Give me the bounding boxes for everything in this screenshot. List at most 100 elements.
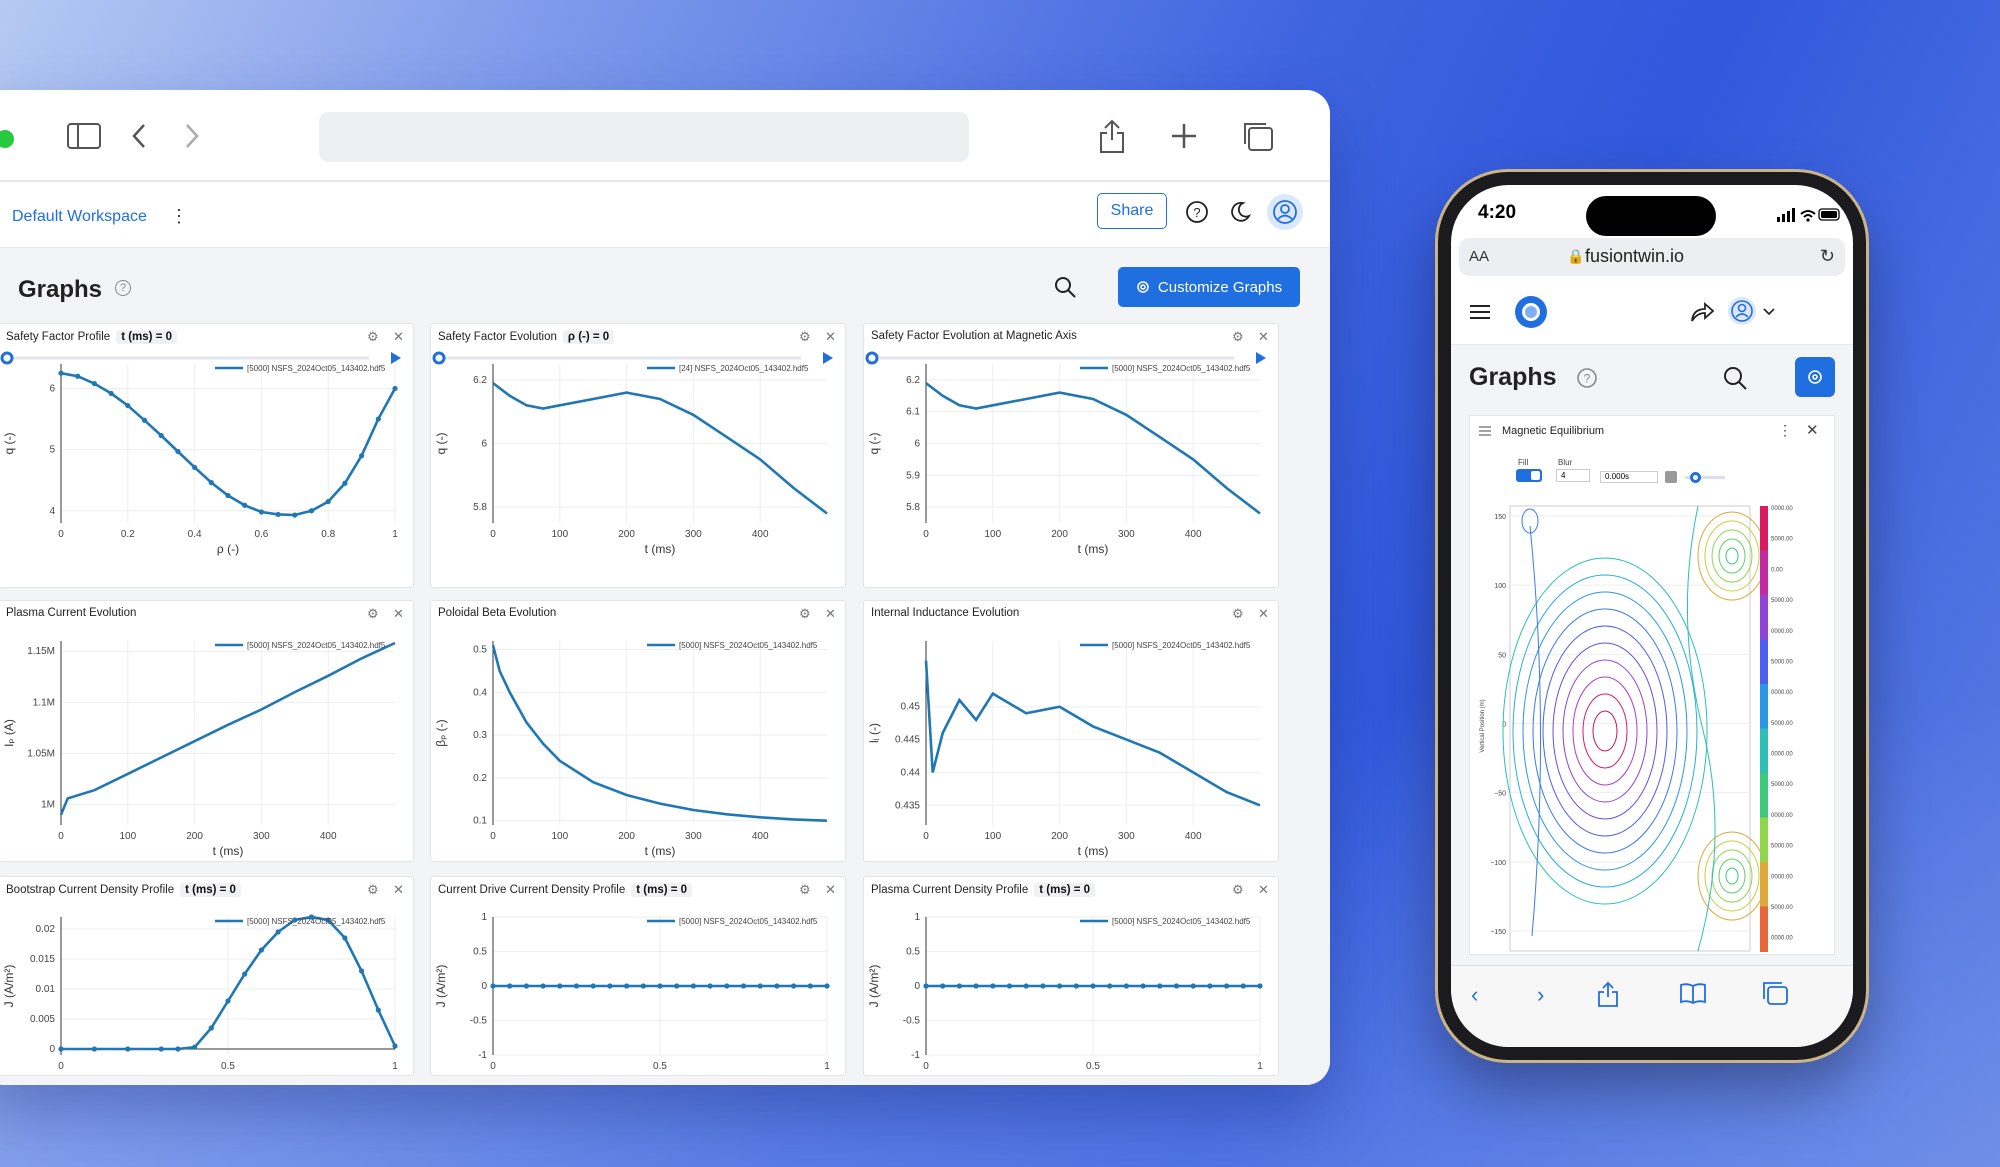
panel-settings-icon[interactable]: ⚙ <box>799 329 811 345</box>
time-slider[interactable] <box>0 350 403 366</box>
new-tab-icon[interactable] <box>1162 114 1206 158</box>
tabs-overview-icon[interactable] <box>1761 980 1789 1006</box>
panel-settings-icon[interactable]: ⚙ <box>1232 329 1244 345</box>
chart: 0 0.5 1 -1 -0.5 0 0.5 1 J (A/m²) [5000] NSFS_2024… <box>434 912 830 1072</box>
help-circle-icon[interactable]: ? <box>115 280 131 296</box>
data-point <box>740 983 747 989</box>
graph-panel: Safety Factor Evolution at Magnetic Axis… <box>863 323 1279 588</box>
blur-stepper[interactable]: 4 <box>1556 469 1590 482</box>
panel-settings-icon[interactable]: ⚙ <box>799 606 811 622</box>
close-icon[interactable]: ✕ <box>393 329 404 345</box>
close-icon[interactable]: ✕ <box>1258 882 1269 898</box>
x-tick-label: 200 <box>1051 529 1068 540</box>
window-maximize-dot[interactable] <box>0 130 14 148</box>
close-icon[interactable]: ✕ <box>1258 606 1269 622</box>
time-input[interactable]: 0.000s <box>1600 471 1658 483</box>
time-slider[interactable] <box>864 350 1268 366</box>
slider-handle[interactable] <box>865 351 879 365</box>
reader-aa-button[interactable]: AA <box>1469 248 1489 265</box>
data-point <box>1023 983 1029 989</box>
close-icon[interactable]: ✕ <box>393 882 404 898</box>
data-point <box>1173 983 1180 989</box>
forward-icon[interactable] <box>170 114 214 158</box>
customize-graphs-button[interactable]: Customize Graphs <box>1118 267 1300 307</box>
data-point <box>192 464 198 470</box>
close-icon[interactable]: ✕ <box>825 606 836 622</box>
card-menu-icon[interactable]: ⋮ <box>1778 422 1792 439</box>
colorbar-tick-label: 5000.00 <box>1771 844 1793 850</box>
phone-address-bar[interactable]: AA 🔒 fusiontwin.io ↻ <box>1459 238 1845 276</box>
data-point <box>1257 983 1263 989</box>
colorbar-tick-label: 5000.00 <box>1771 537 1793 543</box>
data-point <box>225 998 231 1004</box>
share-sheet-icon[interactable] <box>1596 980 1620 1008</box>
search-icon[interactable] <box>1722 365 1748 391</box>
user-avatar-icon[interactable] <box>1727 296 1757 326</box>
share-button[interactable]: Share <box>1097 193 1167 229</box>
close-icon[interactable]: ✕ <box>825 882 836 898</box>
slider-handle[interactable] <box>0 351 14 365</box>
slider-handle[interactable] <box>432 351 446 365</box>
legend-label: [5000] NSFS_2024Oct05_143402.hdf5 <box>247 917 386 926</box>
play-icon[interactable] <box>391 352 401 364</box>
share-arrow-icon[interactable] <box>1689 300 1715 324</box>
sidebar-toggle-icon[interactable] <box>62 114 106 158</box>
panel-title: Safety Factor Evolution at Magnetic Axis <box>871 330 1077 342</box>
bookmarks-icon[interactable] <box>1679 982 1707 1004</box>
data-point <box>275 929 281 935</box>
back-icon[interactable] <box>117 114 161 158</box>
play-icon[interactable] <box>823 352 833 364</box>
drag-handle-icon[interactable] <box>1478 425 1492 437</box>
panel-title-text: Safety Factor Profile <box>6 331 111 343</box>
data-point <box>973 983 979 989</box>
hamburger-menu-icon[interactable] <box>1469 303 1491 321</box>
chevron-down-icon[interactable] <box>1763 307 1775 317</box>
workspace-menu-icon[interactable]: ⋮ <box>170 206 188 227</box>
y-tick-label: 6.2 <box>473 375 487 386</box>
x-tick-label: 1 <box>392 1061 398 1072</box>
customize-graphs-button[interactable] <box>1795 357 1835 397</box>
panel-settings-icon[interactable]: ⚙ <box>1232 882 1244 898</box>
tabs-overview-icon[interactable] <box>1235 114 1279 158</box>
y-tick-label: 0.02 <box>36 924 56 935</box>
y-tick-label: 0.5 <box>906 947 920 958</box>
panel-settings-icon[interactable]: ⚙ <box>367 606 379 622</box>
play-button[interactable] <box>1665 471 1677 483</box>
workspace-breadcrumb[interactable]: Default Workspace <box>12 208 147 226</box>
close-icon[interactable]: ✕ <box>825 329 836 345</box>
data-point <box>225 492 231 499</box>
search-icon[interactable] <box>1053 275 1077 304</box>
data-point <box>1207 983 1213 989</box>
panel-settings-icon[interactable]: ⚙ <box>799 882 811 898</box>
data-point <box>707 983 713 989</box>
close-icon[interactable]: ✕ <box>1258 329 1269 345</box>
close-icon[interactable]: ✕ <box>1806 421 1819 439</box>
help-circle-icon[interactable]: ? <box>1576 367 1598 389</box>
y-tick-label: 6.2 <box>906 375 920 386</box>
panel-title: Safety Factor Profile t (ms) = 0 <box>6 330 177 344</box>
panel-settings-icon[interactable]: ⚙ <box>367 329 379 345</box>
time-slider[interactable] <box>431 350 835 366</box>
share-sheet-icon[interactable] <box>1090 114 1134 158</box>
play-icon[interactable] <box>1256 352 1266 364</box>
y-tick-label: 0 <box>914 981 920 992</box>
time-slider[interactable] <box>1685 472 1725 483</box>
panel-settings-icon[interactable]: ⚙ <box>367 882 379 898</box>
y-axis-label: lᵢ (-) <box>867 723 881 743</box>
fill-toggle[interactable] <box>1516 469 1542 482</box>
graph-panel: Bootstrap Current Density Profile t (ms) … <box>0 876 414 1076</box>
dark-mode-icon[interactable] <box>1226 198 1254 226</box>
user-avatar-icon[interactable] <box>1267 194 1303 230</box>
address-bar[interactable] <box>319 112 969 162</box>
data-point <box>392 1043 398 1049</box>
x-tick-label: 0.4 <box>188 529 202 540</box>
forward-icon[interactable]: › <box>1537 982 1544 1008</box>
close-icon[interactable]: ✕ <box>393 606 404 622</box>
graphs-page: Graphs ? Customize Graphs Safety Factor … <box>0 248 1330 1085</box>
help-icon[interactable]: ? <box>1183 198 1211 226</box>
back-icon[interactable]: ‹ <box>1471 982 1478 1008</box>
x-tick-label: 200 <box>1051 831 1068 842</box>
x-tick-label: 100 <box>984 831 1001 842</box>
panel-settings-icon[interactable]: ⚙ <box>1232 606 1244 622</box>
reload-icon[interactable]: ↻ <box>1820 246 1835 267</box>
